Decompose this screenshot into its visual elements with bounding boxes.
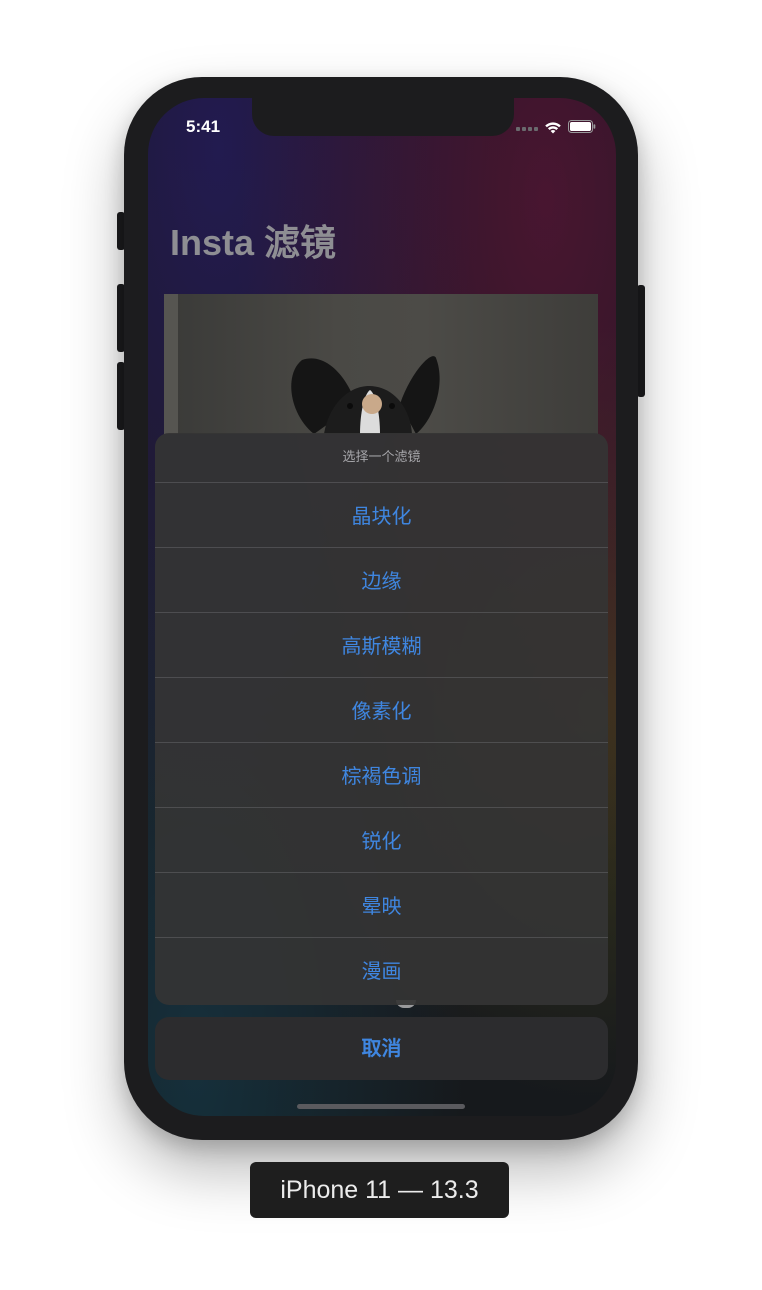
filter-option-sepia-tone[interactable]: 棕褐色调 bbox=[155, 742, 608, 807]
filter-option-gaussian-blur[interactable]: 高斯模糊 bbox=[155, 612, 608, 677]
status-icons bbox=[516, 118, 598, 136]
filter-option-comic[interactable]: 漫画 bbox=[155, 937, 608, 1002]
notch bbox=[252, 98, 514, 136]
filter-option-edges[interactable]: 边缘 bbox=[155, 547, 608, 612]
photo-preview bbox=[164, 294, 598, 434]
battery-icon bbox=[568, 120, 596, 133]
status-time: 5:41 bbox=[186, 117, 221, 136]
cancel-button[interactable]: 取消 bbox=[155, 1017, 608, 1080]
action-sheet-title: 选择一个滤镜 bbox=[342, 450, 421, 465]
filter-action-sheet: 选择一个滤镜 晶块化 边缘 高斯模糊 像素化 棕褐色调 锐化 晕映 漫画 bbox=[155, 433, 608, 1005]
cellular-signal-icon bbox=[516, 127, 540, 131]
dog-photo-image bbox=[164, 294, 440, 434]
wifi-icon bbox=[545, 122, 561, 134]
filter-option-pixellate[interactable]: 像素化 bbox=[155, 677, 608, 742]
filter-option-vignette[interactable]: 晕映 bbox=[155, 872, 608, 937]
page-title: Insta 滤镜 bbox=[170, 222, 337, 263]
home-indicator[interactable] bbox=[297, 1104, 465, 1109]
filter-option-crystallize[interactable]: 晶块化 bbox=[155, 482, 608, 547]
filter-option-sharpen[interactable]: 锐化 bbox=[155, 807, 608, 872]
simulator-stage: 5:41 Insta 滤镜 选择一个滤镜 晶块化 边缘 高斯模糊 像素化 棕褐色… bbox=[0, 0, 762, 1290]
simulator-device-label: iPhone 11 — 13.3 bbox=[250, 1162, 509, 1218]
power-button bbox=[637, 285, 645, 397]
